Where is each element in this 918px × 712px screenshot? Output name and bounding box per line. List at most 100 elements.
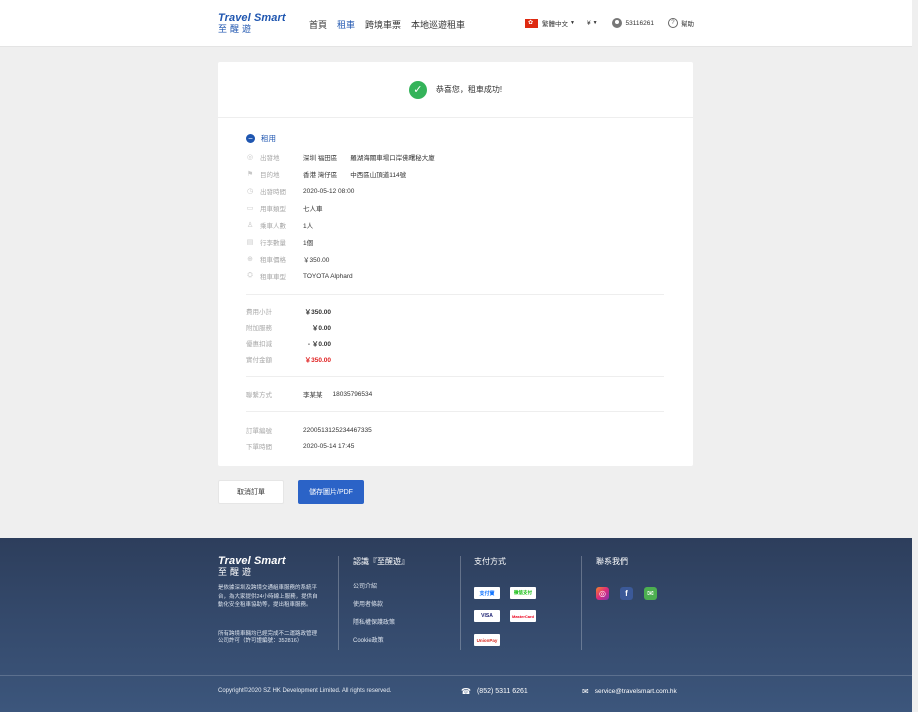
footer-divider <box>581 556 582 650</box>
fee-label: 費用小計 <box>246 309 272 316</box>
fee-row-discount: 優惠扣減 - ￥0.00 <box>246 338 331 348</box>
unionpay-icon: UnionPay <box>474 634 500 646</box>
visa-icon: VISA <box>474 610 500 622</box>
order-confirmation-card: ✓ 恭喜您，租車成功! − 租用 ◎ 出發地 深圳 福田區 羅湖海關車場口岸佛曙… <box>218 62 693 466</box>
nav-car-rental[interactable]: 租車 <box>337 18 355 31</box>
footer-license: 所有跨境車輛均已經完成不二運路政管理公司許可（許可證編號：352816） <box>218 631 318 644</box>
success-message: 恭喜您，租車成功! <box>435 85 503 94</box>
main-nav: 首頁 租車 跨境車票 本地巡遊租車 <box>309 18 465 31</box>
facebook-icon[interactable]: f <box>620 587 633 600</box>
user-account[interactable]: 53116261 <box>611 18 654 28</box>
footer-link-cookie[interactable]: Cookie政策 <box>353 635 409 644</box>
brand-logo-en: Travel Smart <box>218 12 286 24</box>
cancel-order-button[interactable]: 取消訂單 <box>218 480 284 504</box>
brand-logo-cn: 至醒遊 <box>218 24 255 34</box>
detail-value: TOYOTA Alphard <box>303 272 353 280</box>
currency-label: ¥ <box>586 19 591 27</box>
detail-row-price: ⊕ 租車價格 ￥350.00 <box>246 254 329 264</box>
contact-name: 李某某 <box>303 392 323 399</box>
person-icon: ♙ <box>246 222 254 229</box>
footer-contact-title: 聯系我們 <box>596 557 628 566</box>
help-link[interactable]: ? 幫助 <box>667 18 694 28</box>
fee-row-total-paid: 實付金額 ￥350.00 <box>246 354 331 364</box>
divider <box>246 411 664 412</box>
section-toggle-rental[interactable]: − 租用 <box>246 133 276 144</box>
footer-divider <box>338 556 339 650</box>
help-label: 幫助 <box>680 21 694 28</box>
detail-label: 乘車人數 <box>260 223 286 230</box>
footer-payment: 支付方式 <box>474 556 506 581</box>
order-number-row: 訂單編號 2200513125234467335 <box>246 425 372 436</box>
instagram-icon[interactable]: ◎ <box>596 587 609 600</box>
detail-value: 深圳 福田區 羅湖海關車場口岸佛曙秘大廈 <box>303 155 435 162</box>
footer-description: 是依據深圳及跨境交通組車服務的系統平台，為大家提供24小時線上服務，提供自動化安… <box>218 585 318 608</box>
phone-icon: ☎ <box>461 687 471 696</box>
email-icon[interactable]: ✉ <box>644 587 657 600</box>
save-image-pdf-button[interactable]: 儲存圖片/PDF <box>298 480 364 504</box>
user-icon <box>611 18 622 28</box>
nav-home[interactable]: 首頁 <box>309 18 327 31</box>
footer-contact: 聯系我們 <box>596 556 628 581</box>
detail-value: 1人 <box>303 223 314 230</box>
wechat-pay-icon: 微信支付 <box>510 587 536 599</box>
order-label: 下單時間 <box>246 444 272 451</box>
footer-payment-title: 支付方式 <box>474 557 506 566</box>
divider <box>246 376 664 377</box>
footer-email-address: service@travelsmart.com.hk <box>594 688 677 695</box>
detail-label: 行李數量 <box>260 240 286 247</box>
footer-phone[interactable]: ☎ (852) 5311 6261 <box>461 687 528 696</box>
footer-divider <box>460 556 461 650</box>
car-icon: ▭ <box>246 205 254 212</box>
contact-label: 聯繫方式 <box>246 392 272 399</box>
brand-logo[interactable]: Travel Smart 至醒遊 <box>218 12 286 35</box>
currency-select[interactable]: ¥ ▼ <box>587 20 598 27</box>
footer-bottom-divider <box>0 675 912 676</box>
detail-value: 七人車 <box>303 206 323 213</box>
nav-local-tour-rental[interactable]: 本地巡遊租車 <box>411 18 465 31</box>
footer-phone-number: (852) 5311 6261 <box>476 688 528 695</box>
language-label: 繁體中文 <box>542 21 568 28</box>
site-footer: Travel Smart 至醒遊 是依據深圳及跨境交通組車服務的系統平台，為大家… <box>0 538 912 712</box>
detail-label: 租車價格 <box>260 257 286 264</box>
footer-logo[interactable]: Travel Smart 至醒遊 <box>218 555 286 578</box>
detail-row-vehicle-type: ▭ 用車類型 七人車 <box>246 203 323 213</box>
detail-label: 出發時間 <box>260 189 286 196</box>
footer-link-privacy[interactable]: 隱私權保護政策 <box>353 617 409 626</box>
order-time: 2020-05-14 17:45 <box>303 442 355 450</box>
detail-value: ￥350.00 <box>303 257 330 264</box>
language-select[interactable]: 繁體中文 ▼ <box>525 18 575 28</box>
detail-value: 1個 <box>303 240 314 247</box>
footer-logo-cn: 至醒遊 <box>218 567 255 577</box>
contact-phone: 18035796534 <box>332 390 373 398</box>
detail-row-departure: ◎ 出發地 深圳 福田區 羅湖海關車場口岸佛曙秘大廈 <box>246 152 435 162</box>
detail-value: 香港 灣仔區 中西區山頂道114號 <box>303 172 407 179</box>
chevron-down-icon: ▼ <box>592 20 598 26</box>
order-time-row: 下單時間 2020-05-14 17:45 <box>246 441 355 452</box>
detail-row-departure-time: ◷ 出發時間 2020-05-12 08:00 <box>246 186 355 197</box>
fee-label: 優惠扣減 <box>246 341 272 348</box>
collapse-minus-icon: − <box>246 134 255 143</box>
footer-link-company[interactable]: 公司介紹 <box>353 581 409 590</box>
footer-email[interactable]: ✉ service@travelsmart.com.hk <box>582 687 677 696</box>
footer-about-title: 認識『至醒遊』 <box>353 557 409 566</box>
top-header: Travel Smart 至醒遊 首頁 租車 跨境車票 本地巡遊租車 繁體中文 … <box>0 0 912 47</box>
detail-row-destination: ⚑ 目的地 香港 灣仔區 中西區山頂道114號 <box>246 169 406 179</box>
luggage-icon: ▤ <box>246 239 254 246</box>
fee-value: - ￥0.00 <box>307 341 331 348</box>
section-title: 租用 <box>261 134 276 143</box>
order-number: 2200513125234467335 <box>303 426 372 434</box>
alipay-icon: 支付寶 <box>474 587 500 599</box>
chevron-down-icon: ▼ <box>570 20 575 26</box>
detail-value: 2020-05-12 08:00 <box>303 187 355 195</box>
vehicle-icon: ⛭ <box>247 272 253 279</box>
copyright-text: Copyright©2020 SZ HK Development Limited… <box>218 688 392 694</box>
nav-cross-border-tickets[interactable]: 跨境車票 <box>365 18 401 31</box>
footer-link-terms[interactable]: 使用者條款 <box>353 599 409 608</box>
mastercard-icon: MasterCard <box>510 610 536 622</box>
detail-label: 租車車型 <box>260 274 286 281</box>
user-id: 53116261 <box>625 19 654 27</box>
fee-value: ￥0.00 <box>311 325 331 332</box>
clock-icon: ◷ <box>246 188 254 195</box>
header-tools: 繁體中文 ▼ ¥ ▼ 53116261 ? 幫助 <box>525 18 694 28</box>
total-paid-value: ￥350.00 <box>304 357 331 364</box>
